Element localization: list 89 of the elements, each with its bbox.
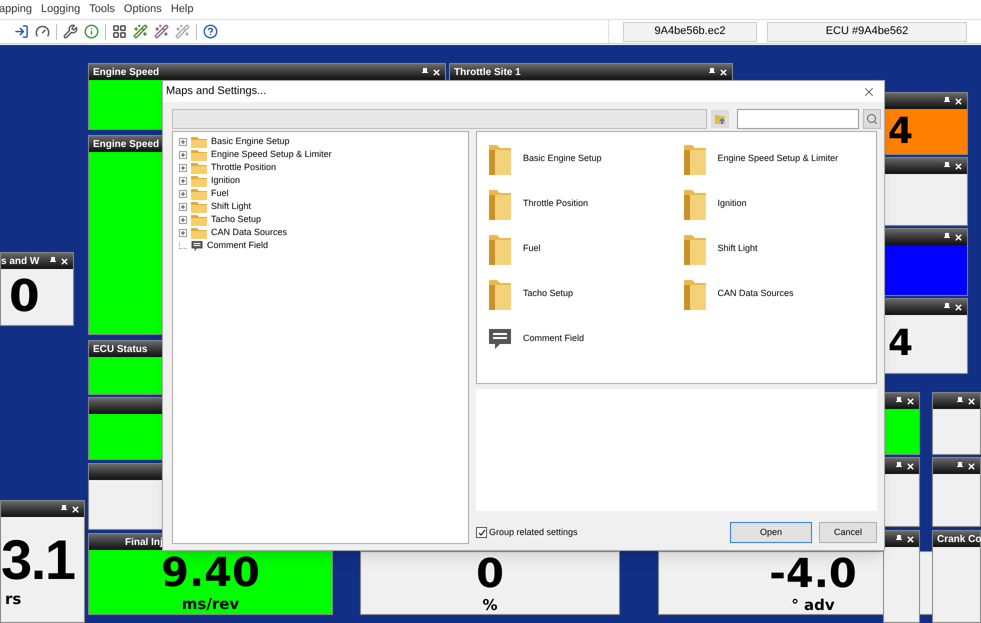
tree-item[interactable]: Tacho Setup [211,212,262,226]
comment-icon [488,327,512,351]
checkbox-label: Group related settings [489,526,578,539]
gauge-value: 9.40 [160,552,261,592]
tree-item[interactable]: CAN Data Sources [211,226,288,240]
tree-item[interactable]: Ignition [211,174,240,188]
dialog-title: Maps and Settings... [166,84,266,100]
settings-item[interactable]: Engine Speed Setup & Limiter [718,152,838,166]
wand-icon[interactable] [133,24,148,39]
gauge-unit: ms/rev [180,596,240,612]
settings-item[interactable]: Throttle Position [523,197,588,211]
pin-close-icon[interactable] [896,534,915,544]
pin-close-icon[interactable] [957,462,976,470]
settings-item[interactable]: Shift Light [718,242,758,256]
expand-icon[interactable] [179,138,187,146]
settings-item[interactable]: Fuel [523,242,541,256]
panel-title: Engine Speed [93,66,160,80]
pin-close-icon[interactable] [957,396,976,406]
pin-close-icon[interactable] [944,302,963,312]
folder-icon [191,214,207,226]
pin-close-icon[interactable] [896,396,915,406]
tree-item[interactable]: Shift Light [211,200,252,214]
expand-icon[interactable] [179,202,187,210]
folder-up-icon[interactable] [711,110,729,128]
panel-title: s and W [1,254,40,268]
panel-title: Throttle Site 1 [454,66,521,80]
folder-icon [191,200,207,212]
panel-title: Crank Co [937,532,981,546]
pin-close-icon[interactable] [944,232,963,242]
menu-item[interactable]: Logging [41,1,80,18]
gauge-value: 4 [887,326,914,362]
pin-close-icon[interactable] [61,504,80,514]
search-field[interactable] [737,109,859,129]
gauge-value: 0 [8,275,41,319]
pin-close-icon[interactable] [944,96,963,106]
info-icon[interactable] [84,24,99,39]
gauge-unit: rs [4,592,22,607]
pin-close-icon[interactable] [896,462,915,470]
pin-close-icon[interactable] [422,68,441,76]
gauge-unit: % [481,598,499,612]
menu-item[interactable]: Tools [89,1,115,18]
grid-icon[interactable] [112,24,127,39]
tree-item[interactable]: Basic Engine Setup [211,134,290,148]
folder-icon [191,148,207,160]
tools-icon[interactable] [63,24,78,39]
gauge-icon[interactable] [35,24,50,39]
expand-icon[interactable] [179,176,187,184]
search-icon[interactable] [863,109,881,129]
expand-icon[interactable] [179,190,187,198]
settings-item[interactable]: Comment Field [523,332,584,346]
panel-title: Final Inj [125,536,163,550]
gauge-value: 4 [887,114,914,150]
settings-item[interactable]: Ignition [718,197,747,211]
folder-icon [191,174,207,186]
settings-item[interactable]: Tacho Setup [523,287,574,301]
tree-item[interactable]: Fuel [211,186,229,200]
settings-item[interactable]: CAN Data Sources [718,287,794,301]
settings-item[interactable]: Basic Engine Setup [523,152,602,166]
wand-icon[interactable] [154,24,169,39]
status-field: ECU #9A4be562 [767,22,967,42]
panel-title: Engine Speed [93,138,160,152]
gauge-value: -4.0 [768,554,858,594]
expand-icon[interactable] [179,150,187,158]
tree-item[interactable]: Engine Speed Setup & Limiter [211,148,332,162]
gauge-value: 0 [475,554,505,594]
comment-icon [191,240,203,252]
status-field: 9A4be56b.ec2 [623,22,757,42]
dialog-button[interactable]: Cancel [819,522,877,543]
dialog-button[interactable]: Open [730,522,812,543]
folder-icon [191,188,207,200]
expand-icon[interactable] [179,228,187,236]
expand-icon[interactable] [179,216,187,224]
expand-icon[interactable] [179,164,187,172]
folder-icon [191,226,207,238]
login-icon[interactable] [14,24,29,39]
checkbox[interactable] [476,527,487,538]
tree-item[interactable]: Throttle Position [211,160,276,174]
pin-close-icon[interactable] [944,162,963,170]
panel-title: ECU Status [93,342,148,356]
menu-item[interactable]: Options [124,1,162,18]
gauge-unit: ° adv [790,598,836,612]
tree-item[interactable]: Comment Field [207,238,268,252]
menu-item[interactable]: Help [170,1,194,18]
folder-icon [191,162,207,174]
pin-close-icon[interactable] [709,68,728,76]
gauge-value: 3.1 [1,532,76,588]
pin-close-icon[interactable] [50,256,69,266]
folder-icon [191,136,207,148]
help-icon[interactable] [203,24,218,39]
